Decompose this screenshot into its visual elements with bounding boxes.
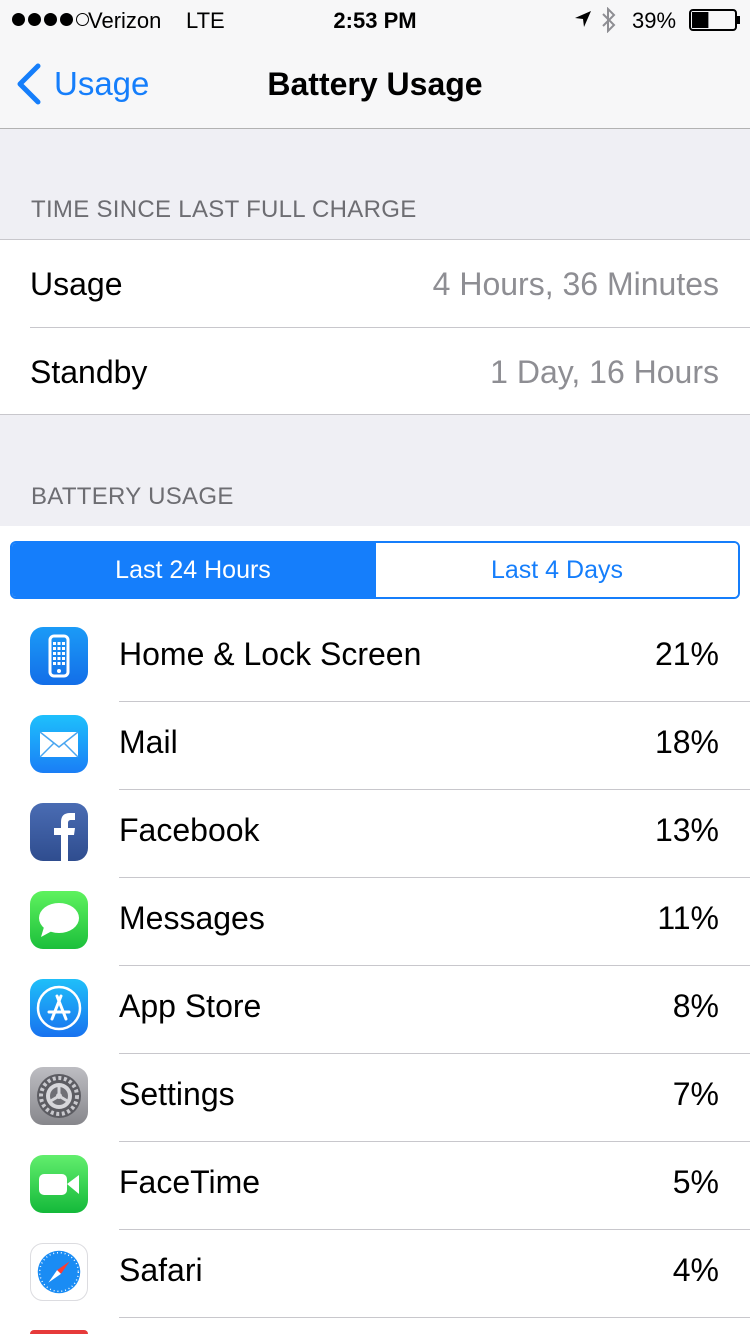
standby-time-value: 1 Day, 16 Hours [490, 353, 719, 390]
app-percent: 13% [654, 812, 719, 848]
time-range-segmented-control: Last 24 Hours Last 4 Days [10, 541, 740, 599]
segment-last-24-hours[interactable]: Last 24 Hours [12, 543, 374, 597]
list-item: App Store 8% [0, 966, 750, 1054]
row-divider [119, 1317, 750, 1318]
usage-time-label: Usage [30, 265, 123, 302]
usage-time-value: 4 Hours, 36 Minutes [432, 265, 719, 302]
app-name: FaceTime [119, 1164, 261, 1200]
settings-gear-icon [30, 1067, 88, 1125]
facebook-icon [30, 803, 88, 861]
list-item: Facebook 13% [0, 790, 750, 878]
section-header-battery-usage: BATTERY USAGE [31, 483, 234, 510]
list-item: Safari 4% [0, 1230, 750, 1318]
app-name: Home & Lock Screen [119, 636, 422, 672]
app-percent: 7% [672, 1076, 719, 1112]
segment-last-4-days[interactable]: Last 4 Days [374, 543, 738, 597]
messages-icon [30, 891, 88, 949]
status-bar: Verizon LTE 2:53 PM 39% [0, 0, 750, 40]
location-arrow-icon [575, 11, 591, 27]
app-name: Mail [119, 724, 178, 760]
phone-screen-icon [30, 627, 88, 685]
facetime-camera-icon [30, 1155, 88, 1213]
usage-time-row: Usage 4 Hours, 36 Minutes [30, 240, 750, 328]
list-item: FaceTime 5% [0, 1142, 750, 1230]
bluetooth-icon [602, 7, 616, 33]
safari-compass-icon [30, 1243, 88, 1301]
app-percent: 4% [672, 1252, 719, 1288]
battery-percent: 39% [632, 8, 677, 33]
top-bar: Verizon LTE 2:53 PM 39% Usage Battery Us… [0, 0, 750, 129]
app-name: Settings [119, 1076, 235, 1112]
list-item: Messages 11% [0, 878, 750, 966]
section-header-charge: TIME SINCE LAST FULL CHARGE [31, 196, 417, 223]
standby-time-row: Standby 1 Day, 16 Hours [30, 328, 750, 416]
app-percent: 18% [654, 724, 719, 760]
page-title: Battery Usage [267, 66, 483, 102]
list-item: Settings 7% [0, 1054, 750, 1142]
partial-app-icon [30, 1330, 88, 1334]
list-item: Mail 18% [0, 702, 750, 790]
app-percent: 5% [672, 1164, 719, 1200]
charge-group: Usage 4 Hours, 36 Minutes Standby 1 Day,… [0, 239, 750, 415]
app-percent: 11% [657, 900, 719, 936]
app-store-icon [30, 979, 88, 1037]
app-percent: 21% [654, 636, 719, 672]
app-name: Safari [119, 1252, 203, 1288]
app-name: App Store [119, 988, 262, 1024]
app-name: Facebook [119, 812, 260, 848]
list-item: Home & Lock Screen 21% [0, 614, 750, 702]
battery-icon [689, 9, 740, 31]
mail-icon [30, 715, 88, 773]
app-percent: 8% [672, 988, 719, 1024]
app-name: Messages [119, 900, 265, 936]
standby-time-label: Standby [30, 353, 148, 390]
